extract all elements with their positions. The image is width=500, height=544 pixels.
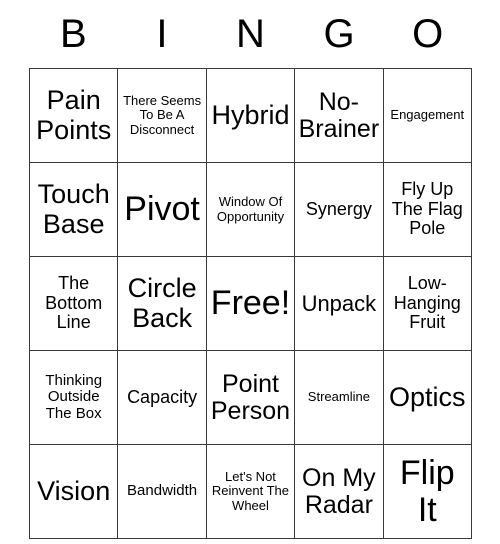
bingo-row: Thinking Outside The Box Capacity Point … <box>28 350 473 445</box>
bingo-cell-label: Window Of Opportunity <box>216 194 285 224</box>
bingo-cell[interactable]: There Seems To Be A Disconnect <box>117 68 207 163</box>
bingo-cell[interactable]: The Bottom Line <box>28 256 119 351</box>
bingo-cell-label: Let's Not Reinvent The Wheel <box>211 469 290 513</box>
bingo-cell-label: Circle Back <box>127 273 197 333</box>
bingo-cell-label: Fly Up The Flag Pole <box>391 179 463 239</box>
bingo-header: B I N G O <box>29 0 472 68</box>
bingo-cell[interactable]: Window Of Opportunity <box>205 162 296 257</box>
bingo-row: Touch Base Pivot Window Of Opportunity S… <box>28 162 473 257</box>
bingo-cell[interactable]: Let's Not Reinvent The Wheel <box>205 444 296 539</box>
bingo-cell[interactable]: Touch Base <box>28 162 119 257</box>
bingo-row: Pain Points There Seems To Be A Disconne… <box>28 68 473 163</box>
bingo-cell[interactable]: Optics <box>382 350 473 445</box>
bingo-cell-label: Engagement <box>390 107 465 123</box>
bingo-cell-label: Point Person <box>210 369 291 425</box>
bingo-cell-label: There Seems To Be A Disconnect <box>123 93 202 137</box>
bingo-cell-label: Bandwidth <box>127 482 198 500</box>
bingo-cell[interactable]: Vision <box>28 444 119 539</box>
bingo-cell-label: Touch Base <box>37 179 110 239</box>
bingo-cell-free[interactable]: Free! <box>205 256 296 351</box>
header-letter-i: I <box>156 12 168 56</box>
bingo-cell-label: The Bottom Line <box>45 273 103 333</box>
bingo-grid: Pain Points There Seems To Be A Disconne… <box>28 68 473 539</box>
bingo-cell[interactable]: Fly Up The Flag Pole <box>382 162 473 257</box>
bingo-cell-label: No-Brainer <box>298 87 380 143</box>
bingo-cell[interactable]: Hybrid <box>205 68 296 163</box>
bingo-cell-label: Synergy <box>305 198 372 219</box>
bingo-cell-label: Low-Hanging Fruit <box>393 273 461 333</box>
bingo-row: Vision Bandwidth Let's Not Reinvent The … <box>28 444 473 539</box>
bingo-cell[interactable]: Pain Points <box>28 68 119 163</box>
bingo-cell[interactable]: Point Person <box>205 350 296 445</box>
bingo-cell[interactable]: On My Radar <box>294 444 384 539</box>
bingo-cell[interactable]: Bandwidth <box>117 444 207 539</box>
bingo-cell-label: Flip It <box>399 453 455 529</box>
bingo-cell-label: Capacity <box>127 386 198 407</box>
bingo-card: B I N G O Pain Points There Seems To Be … <box>28 0 473 539</box>
bingo-cell-label: Hybrid <box>211 99 290 130</box>
bingo-cell-label: Free! <box>210 284 291 323</box>
bingo-cell[interactable]: Capacity <box>117 350 207 445</box>
bingo-cell-label: Optics <box>389 381 466 412</box>
header-letter-n: N <box>236 12 265 56</box>
header-letter-b: B <box>59 12 87 56</box>
bingo-cell-label: Pain Points <box>36 85 112 145</box>
bingo-cell[interactable]: Thinking Outside The Box <box>28 350 119 445</box>
bingo-cell[interactable]: No-Brainer <box>294 68 384 163</box>
bingo-cell[interactable]: Pivot <box>117 162 207 257</box>
bingo-cell-label: Pivot <box>124 190 200 229</box>
bingo-cell[interactable]: Engagement <box>382 68 473 163</box>
header-letter-o: O <box>412 12 444 56</box>
bingo-cell[interactable]: Flip It <box>382 444 473 539</box>
bingo-cell[interactable]: Circle Back <box>117 256 207 351</box>
bingo-cell-label: Thinking Outside The Box <box>45 372 103 422</box>
bingo-cell-label: Streamline <box>307 389 370 405</box>
bingo-cell[interactable]: Unpack <box>294 256 384 351</box>
bingo-cell-label: On My Radar <box>302 463 376 519</box>
header-letter-g: G <box>323 12 355 56</box>
bingo-cell[interactable]: Synergy <box>294 162 384 257</box>
bingo-row: The Bottom Line Circle Back Free! Unpack… <box>28 256 473 351</box>
bingo-cell[interactable]: Streamline <box>294 350 384 445</box>
bingo-cell-label: Vision <box>37 475 111 506</box>
bingo-cell[interactable]: Low-Hanging Fruit <box>382 256 473 351</box>
bingo-cell-label: Unpack <box>301 290 377 316</box>
